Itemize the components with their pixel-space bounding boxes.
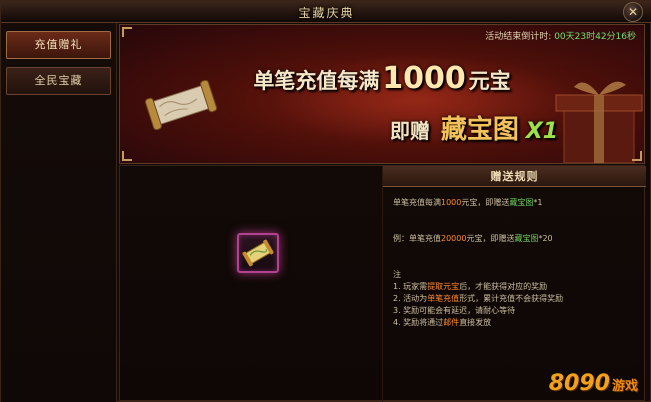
- headline-amount: 1000: [382, 61, 466, 96]
- note-text: 1. 玩家需: [393, 282, 428, 291]
- rules-text: 单笔充值每满1000元宝，即赠送藏宝图*1 例：单笔充值20000元宝，即赠送藏…: [393, 197, 643, 329]
- corner-ornament: [122, 151, 132, 161]
- rule-text: 单笔充值每满: [393, 198, 441, 207]
- reward-item-slot[interactable]: [237, 233, 279, 273]
- watermark-number: 8090: [548, 371, 610, 396]
- banner-subline: 即赠 藏宝图 X1: [390, 109, 558, 146]
- banner-headline: 单笔充值每满 1000 元宝: [120, 61, 644, 96]
- event-banner: 活动结束倒计时: 00天23时42分16秒 单笔充值每满 1000 元宝 即赠 …: [119, 24, 645, 164]
- subline-prefix: 即赠: [390, 119, 430, 143]
- headline-unit: 元宝: [468, 69, 511, 93]
- subline-item: 藏宝图: [440, 115, 519, 145]
- note-text: 后，才能获得对应的奖励: [459, 282, 548, 291]
- note-line: 1. 玩家需提取元宝后，才能获得对应的奖励: [393, 281, 643, 293]
- rules-header: 赠送规则: [383, 166, 646, 187]
- content-panel: 赠送规则 单笔充值每满1000元宝，即赠送藏宝图*1 例：单笔充值20000元宝…: [119, 165, 646, 402]
- note-line: 4. 奖励将通过邮件直接发放: [393, 317, 643, 329]
- rule-line: 单笔充值每满1000元宝，即赠送藏宝图*1: [393, 197, 643, 209]
- note-line: 2. 活动为单笔充值形式，累计充值不会获得奖励: [393, 293, 643, 305]
- rule-quantity: *20: [538, 234, 553, 243]
- rule-text: 元宝，即赠送: [461, 198, 510, 207]
- sidebar-item-recharge-gift[interactable]: 充值赠礼: [6, 31, 111, 59]
- note-line: 3. 奖励可能会有延迟，请耐心等待: [393, 306, 516, 315]
- rule-example: 例：单笔充值20000元宝，即赠送藏宝图*20: [393, 233, 643, 245]
- watermark-text: 游戏: [611, 379, 638, 394]
- rule-text: 例：单笔充值: [393, 234, 441, 243]
- note-text: 形式，累计充值不会获得奖励: [459, 294, 564, 303]
- note-highlight: 提取元宝: [427, 282, 460, 291]
- note-text: 2. 活动为: [393, 294, 428, 303]
- site-watermark-logo: 8090 游戏: [549, 371, 638, 396]
- corner-ornament: [632, 151, 642, 161]
- rule-text: 元宝，即赠送: [466, 234, 515, 243]
- note-highlight: 邮件: [443, 318, 460, 327]
- treasure-map-icon: [242, 239, 274, 267]
- rule-amount: 1000: [441, 198, 462, 207]
- countdown-timer: 活动结束倒计时: 00天23时42分16秒: [485, 29, 636, 42]
- reward-item-panel: [120, 166, 383, 402]
- sidebar: 充值赠礼 全民宝藏: [1, 23, 117, 402]
- countdown-label: 活动结束倒计时:: [485, 32, 552, 42]
- sidebar-item-national-treasure[interactable]: 全民宝藏: [6, 67, 111, 95]
- window-title: 宝藏庆典: [298, 6, 355, 20]
- corner-ornament: [122, 27, 132, 37]
- close-icon: ✕: [627, 5, 639, 19]
- note-text: 直接发放: [459, 318, 492, 327]
- close-button[interactable]: ✕: [623, 2, 643, 22]
- rule-item: 藏宝图: [514, 234, 539, 243]
- note-title: 注: [393, 270, 401, 279]
- rule-amount: 20000: [441, 234, 467, 243]
- subline-quantity: X1: [525, 119, 559, 144]
- rule-item: 藏宝图: [509, 198, 534, 207]
- event-window: 宝藏庆典 ✕ 充值赠礼 全民宝藏 活动结束倒计时: 00天23时42分16秒 单…: [0, 0, 651, 402]
- title-bar: 宝藏庆典 ✕: [1, 1, 651, 23]
- note-highlight: 单笔充值: [427, 294, 460, 303]
- rule-quantity: *1: [533, 198, 543, 207]
- note-text: 4. 奖励将通过: [393, 318, 444, 327]
- headline-prefix: 单笔充值每满: [253, 69, 380, 93]
- countdown-value: 00天23时42分16秒: [554, 32, 636, 42]
